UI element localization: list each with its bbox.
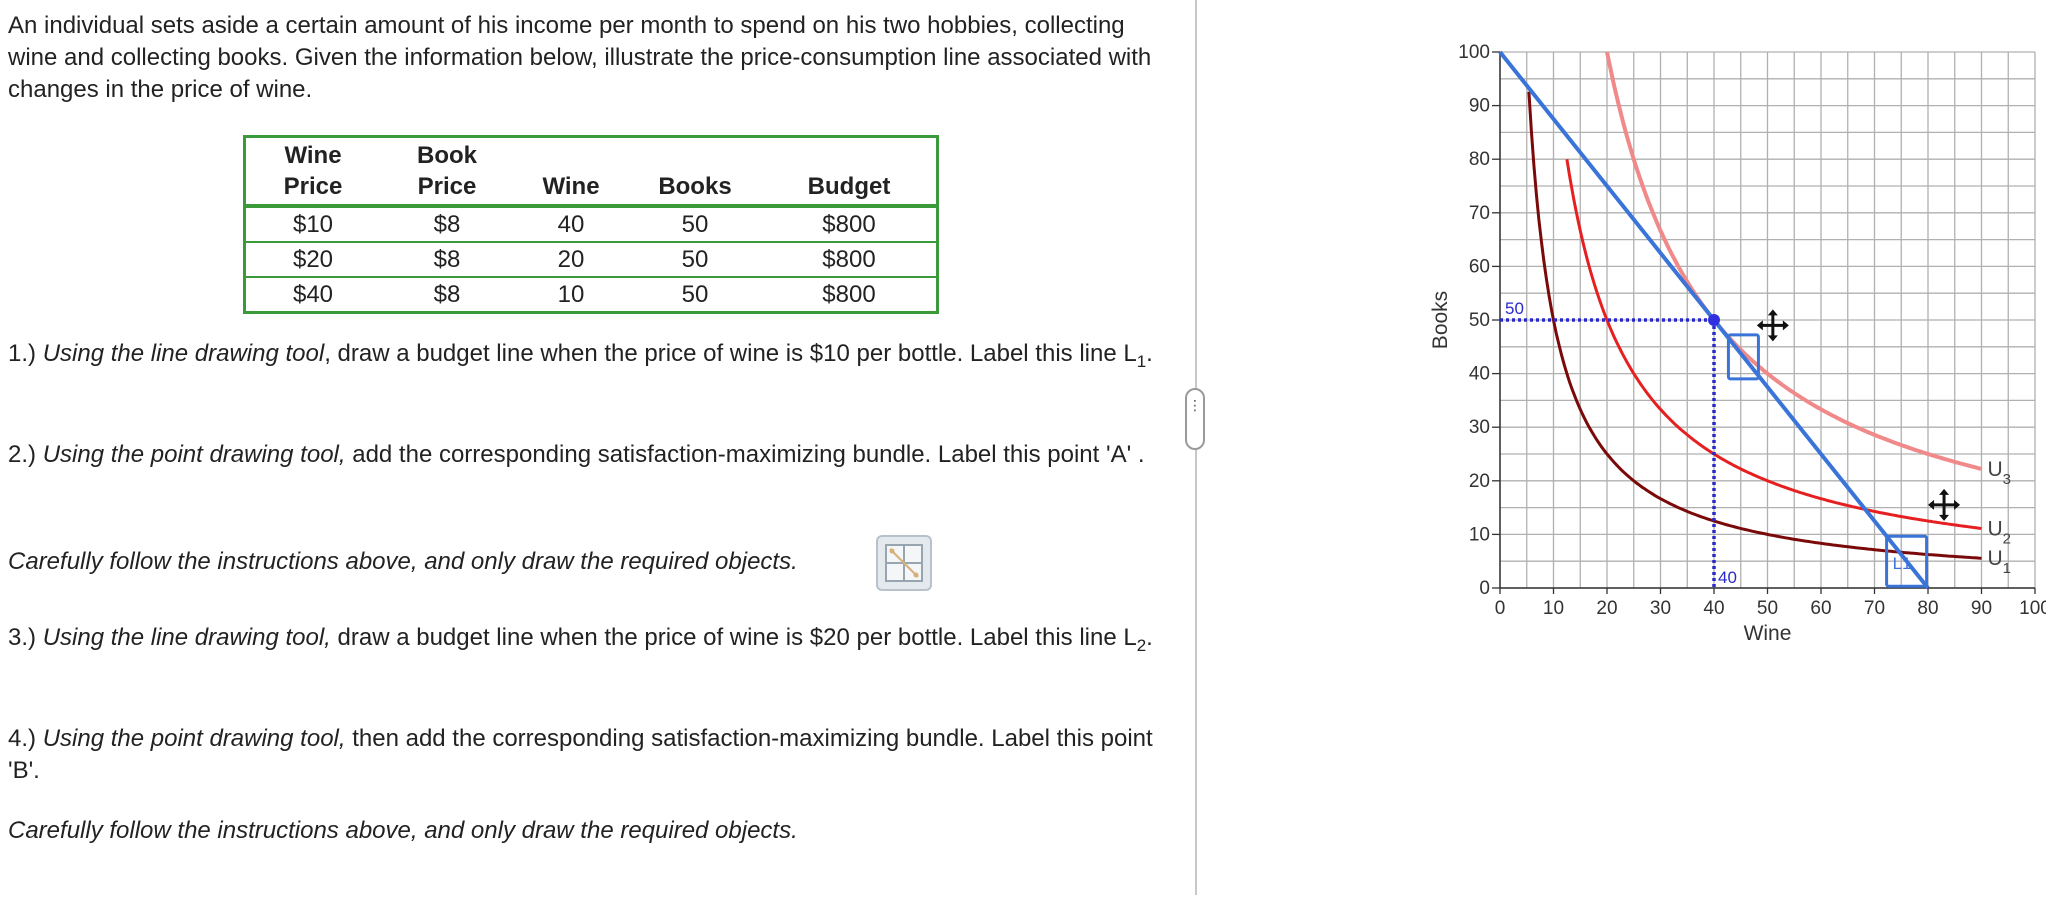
question-panel: An individual sets aside a certain amoun… <box>0 0 1190 916</box>
y-tick-label: 10 <box>1469 524 1490 545</box>
question-1: 1.) Using the line drawing tool, draw a … <box>8 340 1153 371</box>
curve-label: U2 <box>1988 517 2012 547</box>
indifference-curves <box>1527 51 1982 560</box>
instruction-note: Carefully follow the instructions above,… <box>8 817 798 844</box>
graph-tool-icon[interactable] <box>876 535 932 591</box>
table-cell: $800 <box>762 206 938 243</box>
guide-label-y: 50 <box>1505 299 1524 318</box>
x-tick-label: 80 <box>1917 598 1938 619</box>
divider-drag-handle[interactable]: ⋮ <box>1185 388 1205 450</box>
col-wine-price: Wine Price <box>244 136 380 208</box>
table-cell: 40 <box>514 206 628 243</box>
curve-label: U3 <box>1988 458 2012 488</box>
x-tick-label: 20 <box>1596 598 1617 619</box>
y-tick-label: 0 <box>1479 578 1490 599</box>
table-cell: $10 <box>244 206 380 243</box>
x-tick-label: 100 <box>2019 598 2046 619</box>
table-row: $20 $8 20 50 $800 <box>244 242 938 278</box>
x-tick-label: 40 <box>1703 598 1724 619</box>
y-tick-label: 20 <box>1469 471 1490 492</box>
y-tick-label: 90 <box>1469 96 1490 117</box>
indifference-curve <box>1527 91 1982 560</box>
instruction-note: Carefully follow the instructions above,… <box>8 548 798 575</box>
y-tick-label: 70 <box>1469 203 1490 224</box>
table-cell: $8 <box>380 277 514 314</box>
y-tick-label: 80 <box>1469 149 1490 170</box>
intro-text: An individual sets aside a certain amoun… <box>8 12 1152 103</box>
x-tick-label: 30 <box>1650 598 1671 619</box>
curve-label: U1 <box>1988 547 2012 577</box>
table-cell: 20 <box>514 242 628 278</box>
move-cursor-icon[interactable] <box>1756 309 1789 342</box>
x-tick-label: 0 <box>1495 598 1506 619</box>
table-cell: $800 <box>762 277 938 314</box>
graph-canvas[interactable]: 0 10 20 30 40 50 60 70 80 90 100 0 10 20 30 40 50 60 70 80 9… <box>1400 30 2046 660</box>
table-cell: $8 <box>380 242 514 278</box>
x-tick-label: 70 <box>1864 598 1885 619</box>
col-budget: Budget <box>762 136 938 208</box>
x-tick-label: 10 <box>1543 598 1564 619</box>
y-tick-label: 40 <box>1469 364 1490 385</box>
y-tick-label: 50 <box>1469 310 1490 331</box>
guide-label-x: 40 <box>1718 568 1737 587</box>
guide-lines: 50 40 <box>1500 299 1737 588</box>
x-tick-label: 90 <box>1971 598 1992 619</box>
table-cell: 50 <box>628 277 762 314</box>
col-wine: Wine <box>514 136 628 208</box>
table-cell: $8 <box>380 206 514 243</box>
table-cell: 10 <box>514 277 628 314</box>
col-book-price: Book Price <box>380 136 514 208</box>
point-a-marker[interactable] <box>1708 314 1720 326</box>
question-3: 3.) Using the line drawing tool, draw a … <box>8 624 1153 655</box>
x-axis-label: Wine <box>1744 622 1792 645</box>
x-tick-label: 60 <box>1810 598 1831 619</box>
curve-labels: U3 U2U1 <box>1988 458 2012 577</box>
table-cell: 50 <box>628 242 762 278</box>
y-tick-label: 60 <box>1469 256 1490 277</box>
budget-line-label: L1 <box>1893 554 1912 573</box>
table-cell: $40 <box>244 277 380 314</box>
x-tick-label: 50 <box>1757 598 1778 619</box>
question-2: 2.) Using the point drawing tool, add th… <box>8 441 1145 468</box>
table-row: $40 $8 10 50 $800 <box>244 277 938 314</box>
question-4: 4.) Using the point drawing tool, then a… <box>8 725 1153 784</box>
table-header-row: Wine Price Book Price Wine Books Budget <box>244 136 938 208</box>
table-cell: 50 <box>628 206 762 243</box>
y-axis-label: Books <box>1429 291 1452 349</box>
table-row: $10 $8 40 50 $800 <box>244 206 938 243</box>
y-tick-label: 30 <box>1469 417 1490 438</box>
table-cell: $800 <box>762 242 938 278</box>
y-tick-label: 100 <box>1458 42 1490 63</box>
price-table: Wine Price Book Price Wine Books Budget $1… <box>243 135 939 314</box>
table-cell: $20 <box>244 242 380 278</box>
col-books: Books <box>628 136 762 208</box>
